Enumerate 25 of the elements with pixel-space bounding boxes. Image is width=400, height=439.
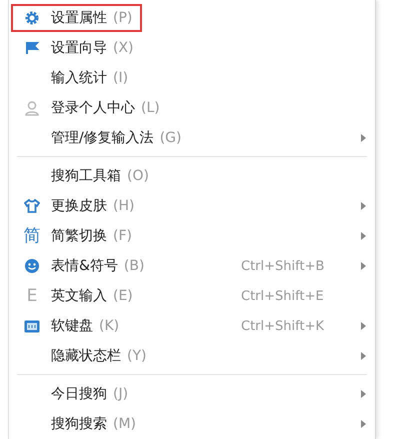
menu-item[interactable]: 隐藏状态栏 (Y) (11, 342, 156, 370)
menu-item[interactable]: 输入统计 (I) (11, 64, 138, 92)
menu-item[interactable]: 搜狗搜索 (M) (11, 410, 146, 438)
settings-icon (25, 11, 39, 25)
smiley-icon (24, 258, 40, 274)
menu-item[interactable]: 简 简繁切换 (F) (11, 222, 142, 250)
shortcut-text: Ctrl+Shift+E (241, 288, 325, 304)
menu-item[interactable]: 表情&符号 (B) (11, 252, 154, 280)
keyboard-icon (24, 320, 40, 332)
shirt-icon (24, 199, 40, 213)
menu-item[interactable]: E 英文输入 (E) (11, 282, 143, 310)
shortcut-text: Ctrl+Shift+K (241, 318, 325, 334)
glyph-icon: E (26, 288, 38, 304)
menu-item[interactable]: 设置向导 (X) (11, 34, 144, 62)
user-icon (25, 100, 39, 116)
menu-item[interactable]: 管理/修复输入法 (G) (11, 124, 192, 152)
glyph-icon: 简 (24, 228, 40, 244)
menu-item[interactable]: 搜狗工具箱 (O) (11, 162, 159, 190)
menu-item[interactable]: 登录个人中心 (L) (11, 94, 170, 122)
shortcut-text: Ctrl+Shift+B (241, 258, 326, 274)
menu-item[interactable]: 软键盘 (K) (11, 312, 130, 340)
menu-item[interactable]: 设置属性 (P) (11, 4, 142, 32)
menu-item[interactable]: 更换皮肤 (H) (11, 192, 144, 220)
menu-item[interactable]: 今日搜狗 (J) (11, 380, 138, 408)
flag-icon (25, 41, 39, 55)
